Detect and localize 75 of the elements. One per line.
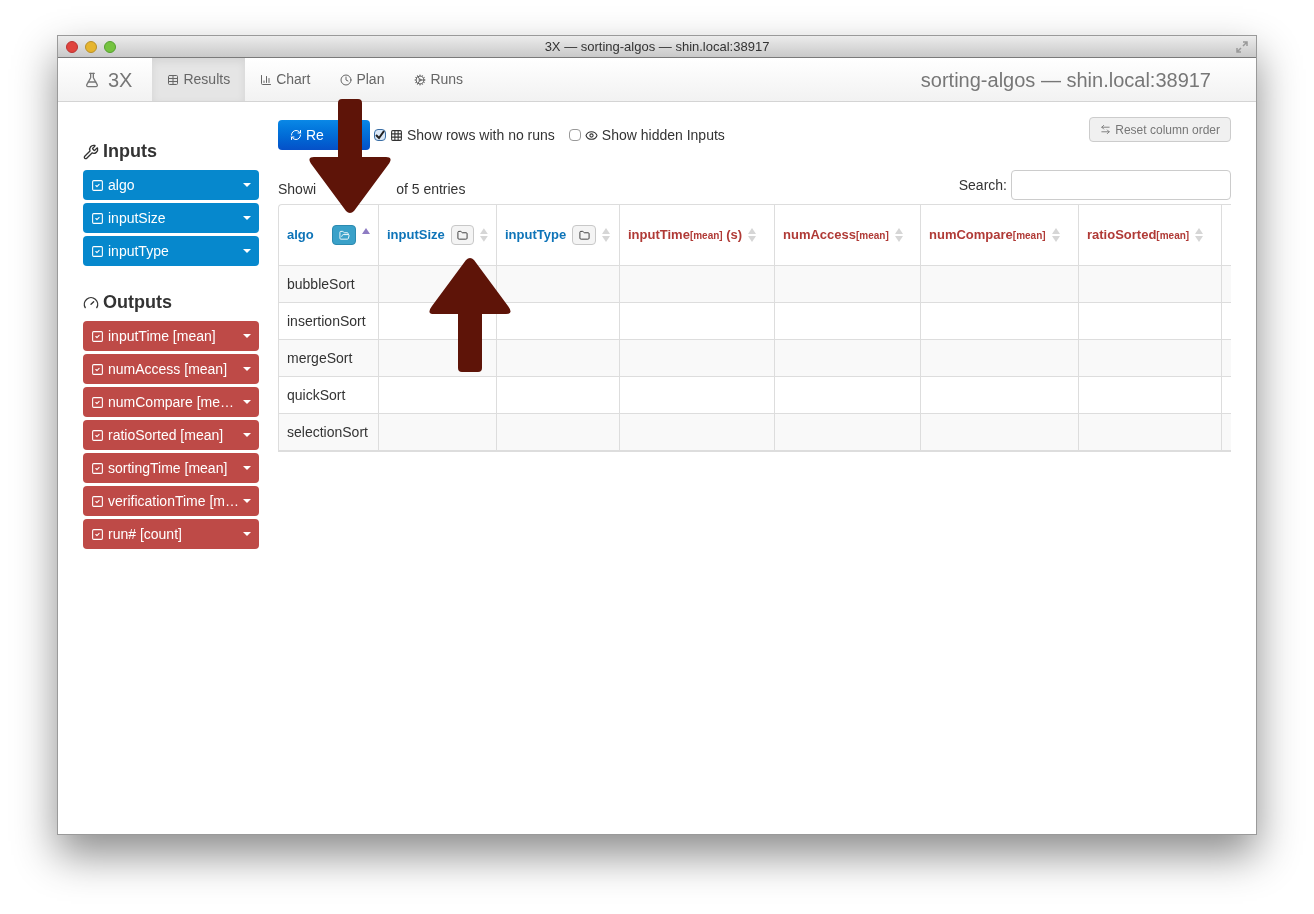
group-toggle-button[interactable] bbox=[572, 225, 597, 245]
caret-icon bbox=[243, 499, 251, 503]
nav-tab[interactable]: Results bbox=[152, 58, 246, 101]
caret-icon bbox=[243, 466, 251, 470]
sort-icon[interactable] bbox=[1051, 227, 1060, 243]
table-icon bbox=[167, 73, 180, 86]
nav-tab[interactable]: Plan bbox=[325, 58, 400, 101]
caret-icon bbox=[243, 367, 251, 371]
table-info: Showi bbox=[278, 179, 317, 199]
search-field[interactable] bbox=[1011, 170, 1231, 200]
column-header[interactable]: numAccess[mean] bbox=[775, 205, 921, 265]
variable-button[interactable]: ratioSorted [mean] bbox=[83, 420, 259, 450]
table-cell-text: selectionSort bbox=[287, 422, 368, 442]
sort-icon[interactable] bbox=[748, 227, 757, 243]
column-header[interactable]: ratioSorted[mean] bbox=[1079, 205, 1222, 265]
sort-icon[interactable] bbox=[480, 227, 488, 243]
table-info: of 5 entries bbox=[396, 179, 466, 199]
caret-icon bbox=[243, 216, 251, 220]
flask-icon bbox=[84, 71, 100, 88]
brand-name[interactable]: 3X bbox=[108, 64, 133, 95]
maximize-icon[interactable] bbox=[104, 40, 116, 53]
variable-button[interactable]: numCompare [me… bbox=[83, 387, 259, 417]
reset-column-order-button[interactable]: Reset column order bbox=[1089, 117, 1231, 142]
project-host: sorting-algos — shin.local:38917 bbox=[920, 67, 1212, 93]
variable-button[interactable]: inputType bbox=[83, 236, 259, 266]
clock-icon bbox=[340, 73, 353, 86]
variable-button[interactable]: numAccess [mean] bbox=[83, 354, 259, 384]
group-toggle-button[interactable] bbox=[450, 225, 475, 245]
table-cell-text: insertionSort bbox=[287, 311, 366, 331]
column-header[interactable]: inputType bbox=[497, 205, 620, 265]
variable-button[interactable]: sortingTime [mean] bbox=[83, 453, 259, 483]
caret-icon bbox=[243, 249, 251, 253]
caret-icon bbox=[243, 334, 251, 338]
search-label: Search: bbox=[958, 175, 1007, 195]
section-title: Outputs bbox=[103, 291, 172, 314]
swap-icon bbox=[1100, 124, 1112, 135]
grid-icon bbox=[390, 128, 403, 142]
option-label[interactable]: Show rows with no runs bbox=[407, 124, 555, 146]
table-cell-text: quickSort bbox=[287, 385, 346, 405]
option-label[interactable]: Show hidden Inputs bbox=[601, 124, 725, 146]
section-title: Inputs bbox=[103, 140, 157, 163]
table-cell-text: bubbleSort bbox=[287, 274, 355, 294]
table-cell-text: mergeSort bbox=[287, 348, 353, 368]
caret-icon bbox=[243, 183, 251, 187]
folder-icon bbox=[578, 229, 590, 241]
variable-button[interactable]: inputTime [mean] bbox=[83, 321, 259, 351]
variable-button[interactable]: algo bbox=[83, 170, 259, 200]
caret-icon bbox=[243, 433, 251, 437]
window-title: 3X — sorting-algos — shin.local:38917 bbox=[543, 37, 771, 56]
refresh-icon bbox=[290, 129, 302, 141]
sort-icon[interactable] bbox=[1195, 227, 1204, 243]
sort-icon[interactable] bbox=[602, 227, 611, 243]
fullscreen-icon[interactable] bbox=[1236, 40, 1248, 53]
folder-icon bbox=[457, 229, 468, 241]
minimize-icon[interactable] bbox=[85, 40, 97, 53]
close-icon[interactable] bbox=[66, 40, 78, 53]
sort-icon[interactable] bbox=[894, 227, 903, 243]
column-header[interactable]: numCompare[mean] bbox=[921, 205, 1079, 265]
nav-tab[interactable]: Runs bbox=[399, 58, 479, 101]
bar-chart-icon bbox=[260, 73, 273, 86]
variable-button[interactable]: inputSize bbox=[83, 203, 259, 233]
variable-button[interactable]: run# [count] bbox=[83, 519, 259, 549]
caret-icon bbox=[243, 400, 251, 404]
column-header[interactable]: inputTime[mean] (s) bbox=[620, 205, 775, 265]
gears-icon bbox=[414, 73, 427, 86]
folder-open-icon bbox=[338, 229, 350, 241]
dashboard-icon bbox=[83, 294, 99, 311]
variable-button[interactable]: verificationTime [m… bbox=[83, 486, 259, 516]
checkbox[interactable] bbox=[374, 129, 386, 141]
caret-icon bbox=[243, 532, 251, 536]
wrench-icon bbox=[83, 143, 99, 160]
nav-tab[interactable]: Chart bbox=[245, 58, 326, 101]
eye-icon bbox=[584, 128, 598, 142]
group-toggle-button[interactable] bbox=[332, 225, 356, 245]
checkbox[interactable] bbox=[568, 129, 581, 141]
